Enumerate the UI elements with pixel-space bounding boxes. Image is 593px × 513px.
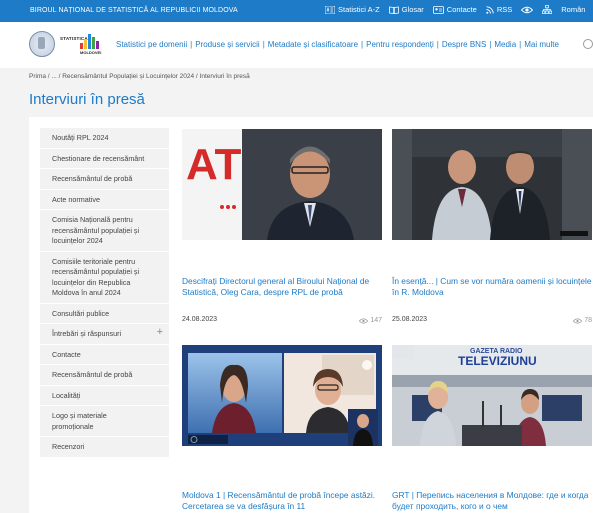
sidebar-item-territorial-commissions[interactable]: Comisiile teritoriale pentru recensământ… (40, 251, 169, 304)
sidebar-item-normative-acts[interactable]: Acte normative (40, 189, 169, 210)
radio-studio-photo: GAZETA RADIO TELEVIZIUNU (392, 345, 592, 446)
sidebar-item-label: Contacte (52, 349, 81, 359)
article-thumbnail[interactable]: GAZETA RADIO TELEVIZIUNU (392, 345, 592, 446)
sidebar-item-label: Logo și materiale promoționale (52, 411, 107, 431)
eye-icon (521, 6, 534, 13)
contacts-label: Contacte (446, 5, 477, 14)
nav-item-products[interactable]: Produse și servicii (195, 40, 259, 49)
sidebar-item-label: Chestionare de recensământ (52, 153, 145, 163)
sidebar-item-trial-census[interactable]: Recensământul de probă (40, 169, 169, 190)
eye-icon (573, 318, 583, 323)
article-card[interactable]: GAZETA RADIO TELEVIZIUNU GRT | Перепись … (392, 345, 592, 513)
article-card[interactable]: AT Descifrați Directorul general al Biro… (182, 129, 382, 329)
coat-of-arms-logo[interactable] (29, 31, 55, 57)
article-thumbnail[interactable]: AT (182, 129, 382, 240)
main-nav: Statistici pe domenii | Produse și servici… (116, 40, 559, 49)
view-count-value: 147 (370, 317, 382, 324)
sidebar-item-contacts[interactable]: Contacte (40, 344, 169, 365)
article-title[interactable]: Moldova 1 | Recensământul de probă încep… (182, 490, 382, 512)
top-bar: BIROUL NAȚIONAL DE STATISTICĂ AL REPUBLI… (0, 0, 593, 22)
article-card[interactable]: În esență... | Cum se vor număra oamenii… (392, 129, 592, 329)
article-title[interactable]: Descifrați Directorul general al Biroulu… (182, 276, 382, 298)
video-call-photo (182, 345, 382, 446)
contacts-link[interactable]: Contacte (432, 5, 477, 14)
article-date: 25.08.2023 (392, 316, 428, 323)
sidebar-item-trial-census-2[interactable]: Recensământul de probă (40, 365, 169, 386)
glossary-link[interactable]: Glosar (388, 5, 424, 14)
abc-list-icon (325, 5, 335, 14)
statistics-az-label: Statistici A-Z (338, 5, 380, 14)
interview-photo: AT (182, 129, 382, 240)
book-icon (388, 6, 399, 14)
nav-item-metadata[interactable]: Metadate și clasificatoare (268, 40, 358, 49)
view-count: 147 (359, 317, 382, 324)
language-selector[interactable]: Român (561, 5, 585, 14)
nav-item-about[interactable]: Despre BNS (442, 40, 486, 49)
sitemap-link[interactable] (542, 5, 553, 14)
statistica-moldovei-logo[interactable]: STATISTICA MOLDOVEI (60, 34, 110, 58)
article-card[interactable]: Moldova 1 | Recensământul de probă încep… (182, 345, 382, 513)
sidebar: Noutăți RPL 2024 Chestionare de recensăm… (40, 128, 169, 458)
sidebar-item-news[interactable]: Noutăți RPL 2024 (40, 128, 169, 149)
page-title: Interviuri în presă (29, 91, 145, 108)
search-icon[interactable] (583, 39, 593, 49)
statistics-az-link[interactable]: Statistici A-Z (325, 5, 380, 14)
rss-label: RSS (496, 5, 513, 14)
nav-item-media[interactable]: Media (494, 40, 516, 49)
banner-text: TELEVIZIUNU (458, 354, 537, 368)
eye-icon (359, 318, 369, 323)
channel-logo: AT (186, 140, 242, 189)
logo-bars (80, 34, 99, 49)
site-header: STATISTICA MOLDOVEI Statistici pe domeni… (0, 22, 593, 68)
article-date: 24.08.2023 (182, 316, 218, 323)
article-thumbnail[interactable] (182, 345, 382, 446)
expand-plus-icon[interactable]: + (157, 327, 163, 338)
accessibility-link[interactable] (521, 5, 534, 14)
utility-links: Statistici A-Z Glosar Contacte RSS Român (325, 5, 585, 14)
org-name[interactable]: BIROUL NAȚIONAL DE STATISTICĂ AL REPUBLI… (30, 7, 238, 14)
logo-text-bottom: MOLDOVEI (80, 50, 102, 55)
sidebar-item-public-consultations[interactable]: Consultări publice (40, 303, 169, 324)
sidebar-item-localities[interactable]: Localități (40, 385, 169, 406)
view-count: 78 (573, 317, 592, 324)
sidebar-item-label: Întrebări și răspunsuri (52, 329, 122, 338)
sidebar-item-faq[interactable]: Întrebări și răspunsuri + (40, 324, 169, 345)
glossary-label: Glosar (401, 5, 424, 14)
article-thumbnail[interactable] (392, 129, 592, 240)
sidebar-item-enumerators[interactable]: Recenzori (40, 437, 169, 458)
rss-icon (486, 5, 494, 14)
sidebar-item-label: Comisia Națională pentru recensământul p… (52, 215, 140, 245)
rss-link[interactable]: RSS (486, 5, 512, 14)
sidebar-item-label: Noutăți RPL 2024 (52, 133, 109, 142)
language-label: Român (561, 5, 586, 14)
view-count-value: 78 (584, 317, 592, 324)
interview-photo (392, 129, 592, 240)
sidebar-item-label: Recensământul de probă (52, 174, 133, 183)
sidebar-item-label: Comisiile teritoriale pentru recensământ… (52, 256, 140, 298)
breadcrumb[interactable]: Prima / ... / Recensământul Populației ș… (29, 73, 250, 80)
nav-item-statistics[interactable]: Statistici pe domenii (116, 40, 187, 49)
sitemap-icon (542, 5, 553, 14)
sidebar-item-label: Recenzori (52, 442, 85, 451)
sidebar-item-label: Recensământul de probă (52, 370, 133, 379)
sidebar-item-questionnaires[interactable]: Chestionare de recensământ (40, 148, 169, 169)
contact-card-icon (432, 5, 444, 14)
sidebar-item-label: Acte normative (52, 194, 100, 204)
article-title[interactable]: GRT | Перепись населения в Молдове: где … (392, 490, 592, 512)
nav-item-respondents[interactable]: Pentru respondenți (366, 40, 434, 49)
sidebar-item-national-commission[interactable]: Comisia Națională pentru recensământul p… (40, 210, 169, 252)
article-title[interactable]: În esență... | Cum se vor număra oamenii… (392, 276, 592, 298)
sidebar-item-label: Localități (52, 390, 81, 400)
sidebar-item-label: Consultări publice (52, 308, 110, 318)
nav-item-more[interactable]: Mai multe (524, 40, 559, 49)
sidebar-item-logo-materials[interactable]: Logo și materiale promoționale (40, 406, 169, 437)
